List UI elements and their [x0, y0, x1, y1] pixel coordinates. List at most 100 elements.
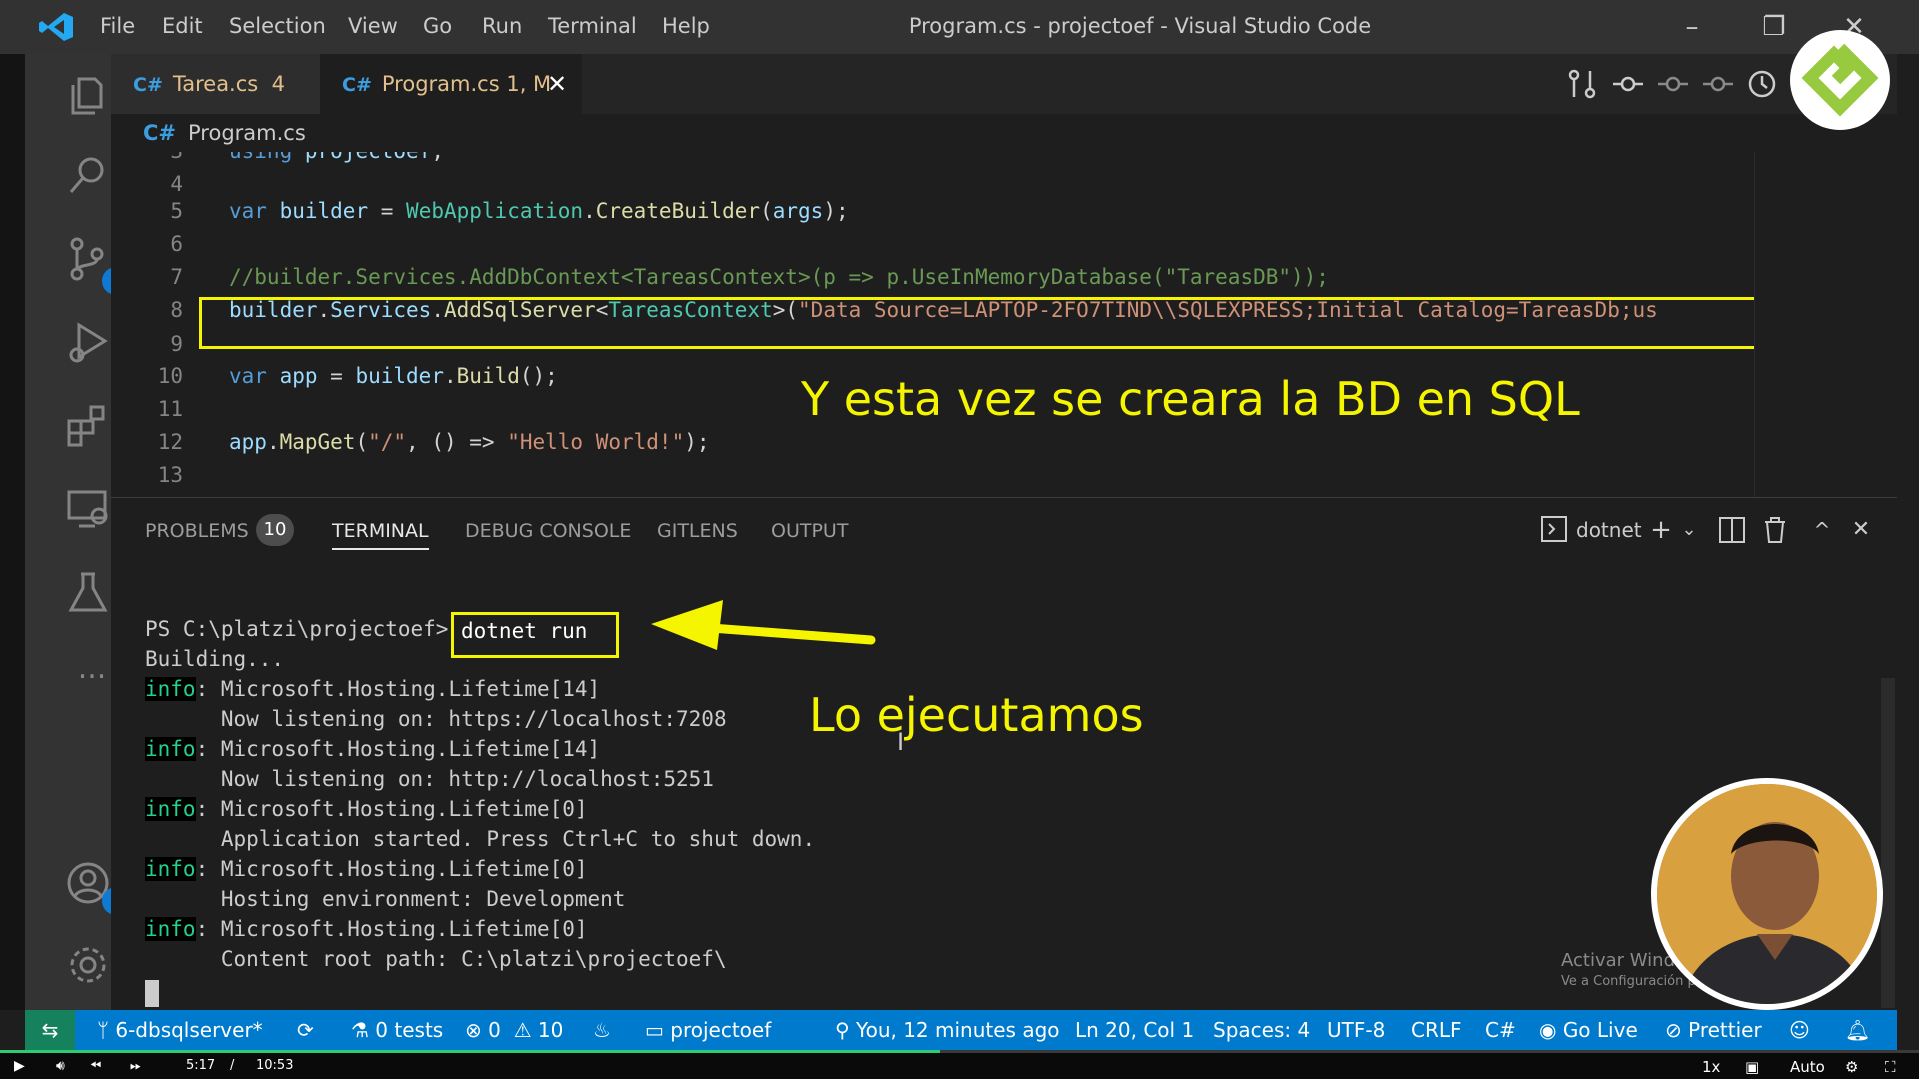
git-commit-icon[interactable]: [1656, 67, 1690, 101]
sync-icon[interactable]: ⟳: [297, 1018, 314, 1042]
minimap[interactable]: [1754, 152, 1866, 497]
git-blame-status[interactable]: ⚲ You, 12 minutes ago: [835, 1018, 1060, 1042]
tab-status: 1, M: [506, 72, 552, 96]
line-number: 4: [170, 172, 183, 196]
terminal-icon: [1541, 516, 1567, 542]
playback-speed[interactable]: 1x: [1702, 1058, 1720, 1076]
close-tab-icon[interactable]: ✕: [547, 54, 567, 114]
code-line-comment[interactable]: //builder.Services.AddDbContext<TareasCo…: [229, 265, 1329, 289]
tab-debug-console[interactable]: DEBUG CONSOLE: [465, 520, 631, 542]
csharp-file-icon: C#: [133, 74, 163, 96]
open-timeline-icon[interactable]: [1745, 67, 1779, 101]
tab-gitlens[interactable]: GITLENS: [657, 520, 738, 542]
tab-problem-count: 4: [271, 72, 285, 96]
tests-status[interactable]: ⚗ 0 tests: [351, 1018, 443, 1042]
prettier-status[interactable]: ⊘ Prettier: [1665, 1018, 1762, 1042]
text-cursor-icon: I: [897, 728, 905, 756]
video-quality[interactable]: Auto: [1790, 1058, 1825, 1076]
encoding[interactable]: UTF-8: [1327, 1018, 1385, 1042]
terminal-line: info: Microsoft.Hosting.Lifetime[0]: [145, 857, 588, 881]
cursor-position[interactable]: Ln 20, Col 1: [1075, 1018, 1194, 1042]
prettier-icon: ⊘: [1665, 1018, 1682, 1042]
code-line[interactable]: using projectoef;: [229, 152, 444, 163]
flame-icon[interactable]: ♨: [593, 1018, 611, 1042]
settings-icon[interactable]: ⚙: [1845, 1058, 1858, 1076]
menu-terminal[interactable]: Terminal: [548, 14, 637, 38]
time-separator: /: [230, 1058, 235, 1073]
trash-icon[interactable]: [1763, 516, 1787, 544]
folder-status[interactable]: ▭ projectoef: [645, 1018, 771, 1042]
menu-selection[interactable]: Selection: [229, 14, 326, 38]
feedback-icon[interactable]: ☺: [1789, 1018, 1810, 1042]
video-duration: 10:53: [256, 1058, 294, 1073]
tab-problems[interactable]: PROBLEMS: [145, 520, 249, 542]
git-commit-next-icon[interactable]: [1701, 67, 1735, 101]
tab-program-cs[interactable]: C# Program.cs 1, M ✕: [320, 54, 582, 114]
terminal-line: info: Microsoft.Hosting.Lifetime[0]: [145, 917, 588, 941]
volume-icon[interactable]: 🔊︎: [56, 1058, 65, 1074]
close-panel-icon[interactable]: ✕: [1845, 514, 1877, 546]
line-ending[interactable]: CRLF: [1411, 1018, 1462, 1042]
play-icon[interactable]: ▶: [14, 1058, 25, 1074]
line-number: 8: [170, 298, 183, 322]
code-editor[interactable]: 3 using projectoef; 4 5 var builder = We…: [111, 152, 1897, 497]
line-number: 10: [157, 364, 183, 388]
csharp-file-icon: C#: [342, 74, 372, 96]
terminal-line: info: Microsoft.Hosting.Lifetime[14]: [145, 677, 601, 701]
menu-file[interactable]: File: [100, 14, 135, 38]
video-annotation: Lo ejecutamos: [809, 688, 1144, 742]
tab-terminal[interactable]: TERMINAL: [332, 520, 429, 550]
tab-output[interactable]: OUTPUT: [771, 520, 848, 542]
breadcrumb-file[interactable]: Program.cs: [188, 121, 306, 145]
minimize-icon[interactable]: –: [1672, 8, 1712, 46]
broadcast-icon: ◉: [1539, 1018, 1557, 1042]
menu-help[interactable]: Help: [662, 14, 710, 38]
code-line[interactable]: var builder = WebApplication.CreateBuild…: [229, 199, 849, 223]
line-number: 6: [170, 232, 183, 256]
terminal-line: Building...: [145, 647, 285, 671]
maximize-panel-icon[interactable]: ^: [1806, 514, 1838, 546]
remote-indicator-icon[interactable]: ⇆: [25, 1010, 75, 1050]
rewind-icon[interactable]: ⏪︎: [90, 1058, 101, 1074]
split-terminal-icon[interactable]: [1719, 517, 1745, 543]
error-icon: ⊗: [465, 1018, 482, 1042]
git-commit-prev-icon[interactable]: [1611, 67, 1645, 101]
terminal-scrollbar[interactable]: [1881, 678, 1895, 1008]
flask-icon: ⚗: [351, 1018, 369, 1042]
code-line[interactable]: var app = builder.Build();: [229, 364, 558, 388]
video-progress-fill: [0, 1050, 941, 1053]
branch-status[interactable]: ᛘ 6-dbsqlserver*: [97, 1018, 263, 1042]
terminal-name[interactable]: dotnet: [1576, 518, 1642, 542]
language-mode[interactable]: C#: [1485, 1018, 1516, 1042]
picture-in-picture-icon[interactable]: ▣: [1745, 1058, 1759, 1076]
go-live-status[interactable]: ◉ Go Live: [1539, 1018, 1638, 1042]
menu-edit[interactable]: Edit: [162, 14, 203, 38]
problems-status[interactable]: ⊗ 0 ⚠ 10: [465, 1018, 563, 1042]
video-annotation: Y esta vez se creara la BD en SQL: [801, 372, 1580, 426]
terminal-line: Application started. Press Ctrl+C to shu…: [145, 827, 816, 851]
csharp-file-icon: C#: [143, 121, 177, 145]
terminal-line: Now listening on: https://localhost:7208: [145, 707, 727, 731]
breadcrumb[interactable]: C# Program.cs: [111, 114, 1897, 152]
notifications-bell-icon[interactable]: 🔔︎: [1845, 1018, 1870, 1042]
bottom-panel: PROBLEMS 10 TERMINAL DEBUG CONSOLE GITLE…: [111, 497, 1897, 1010]
line-number: 11: [157, 397, 183, 421]
tab-tarea-cs[interactable]: C# Tarea.cs 4: [111, 54, 320, 114]
indentation[interactable]: Spaces: 4: [1213, 1018, 1310, 1042]
terminal-cursor: [145, 980, 159, 1007]
chevron-down-icon[interactable]: ⌄: [1673, 514, 1705, 546]
terminal-line: Content root path: C:\platzi\projectoef\: [145, 947, 727, 971]
forward-icon[interactable]: ⏩︎: [130, 1058, 141, 1074]
menu-run[interactable]: Run: [482, 14, 522, 38]
menu-go[interactable]: Go: [423, 14, 452, 38]
fullscreen-icon[interactable]: ⛶: [1885, 1058, 1896, 1076]
restore-icon[interactable]: ❐: [1754, 8, 1794, 46]
tab-label: Tarea.cs: [172, 72, 259, 96]
line-number: 13: [157, 463, 183, 487]
code-line[interactable]: app.MapGet("/", () => "Hello World!");: [229, 430, 710, 454]
menu-view[interactable]: View: [348, 14, 398, 38]
problems-count-badge: 10: [256, 514, 294, 546]
compare-changes-icon[interactable]: [1565, 67, 1599, 101]
line-number: 12: [157, 430, 183, 454]
terminal-prompt: PS C:\platzi\projectoef>: [145, 617, 449, 641]
